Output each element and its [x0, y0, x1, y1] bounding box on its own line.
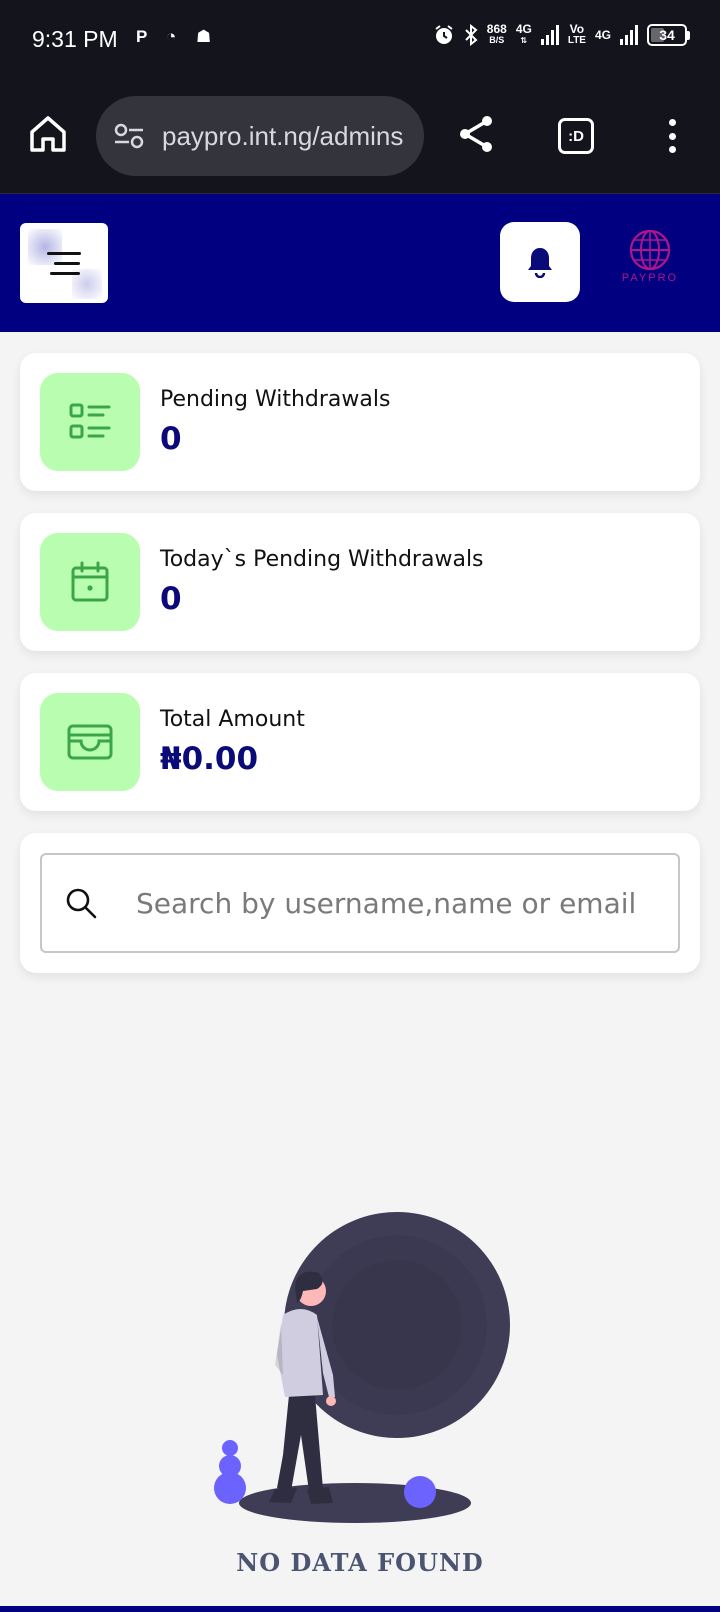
tab-switcher-button[interactable]: :D: [558, 118, 594, 154]
bell-icon: [528, 248, 552, 278]
app-header: PAYPRO: [0, 194, 720, 332]
globe-icon: [629, 229, 671, 271]
search-input[interactable]: [136, 886, 656, 920]
chat-app-icon: ◔: [166, 27, 177, 46]
net-speed: 868 B/S: [486, 22, 507, 45]
search-icon: [66, 888, 97, 919]
stat-icon-tile: [40, 693, 140, 791]
stat-card-total-amount: Total Amount ₦0.00: [20, 673, 700, 811]
battery-icon: 34: [647, 24, 690, 46]
menu-dot-icon: [668, 119, 676, 126]
stat-icon-tile: [40, 533, 140, 631]
empty-state-message: NO DATA FOUND: [236, 1548, 484, 1577]
notification-icons: P ◔ ☗: [136, 28, 214, 46]
bluetooth-icon: [465, 24, 478, 46]
notifications-button[interactable]: [500, 222, 580, 302]
signal-icon-2: [620, 25, 638, 45]
stat-value: 0: [160, 421, 182, 457]
bottom-bar: [0, 1606, 720, 1612]
search-box[interactable]: [40, 853, 680, 953]
empty-state-illustration: [214, 1212, 510, 1523]
search-card: [20, 833, 700, 973]
stat-card-pending-withdrawals: Pending Withdrawals 0: [20, 353, 700, 491]
stat-label: Pending Withdrawals: [160, 387, 391, 412]
browser-menu-button[interactable]: [662, 116, 682, 156]
site-settings-icon[interactable]: [114, 123, 144, 149]
stat-label: Total Amount: [160, 707, 305, 732]
home-button[interactable]: [26, 112, 70, 156]
paypro-logo[interactable]: PAYPRO: [610, 228, 690, 290]
network-type-1: 4G ⇅: [515, 22, 532, 45]
share-icon: [460, 116, 492, 152]
list-icon: [69, 403, 111, 439]
wallet-icon: [67, 724, 113, 760]
stat-card-todays-pending-withdrawals: Today`s Pending Withdrawals 0: [20, 513, 700, 651]
stat-label: Today`s Pending Withdrawals: [160, 547, 484, 572]
parking-app-icon: P: [136, 27, 148, 46]
hamburger-icon: [47, 251, 81, 255]
network-type-2: 4G: [594, 27, 611, 42]
tab-switcher-label: :D: [568, 127, 584, 145]
logo-text: PAYPRO: [621, 272, 679, 284]
share-button[interactable]: [454, 112, 498, 156]
stat-value: 0: [160, 581, 182, 617]
status-bar: 9:31 PM P ◔ ☗ 868 B/S 4G ⇅ Vo LTE 4G 34: [0, 0, 720, 82]
browser-toolbar: paypro.int.ng/admins :D: [0, 82, 720, 194]
calendar-icon: [71, 561, 109, 602]
volte-icon: Vo LTE: [567, 22, 586, 46]
signal-icon: [540, 25, 559, 45]
url-text[interactable]: paypro.int.ng/admins: [162, 121, 414, 152]
android-icon: ☗: [196, 27, 212, 46]
system-icons: 868 B/S 4G ⇅ Vo LTE 4G 34: [433, 22, 690, 46]
stat-icon-tile: [40, 373, 140, 471]
alarm-icon: [435, 25, 453, 44]
home-icon: [30, 116, 66, 152]
address-bar[interactable]: paypro.int.ng/admins: [96, 96, 424, 176]
sidebar-toggle-button[interactable]: [20, 223, 108, 303]
stat-value: ₦0.00: [160, 741, 259, 777]
status-time: 9:31 PM: [32, 26, 118, 52]
